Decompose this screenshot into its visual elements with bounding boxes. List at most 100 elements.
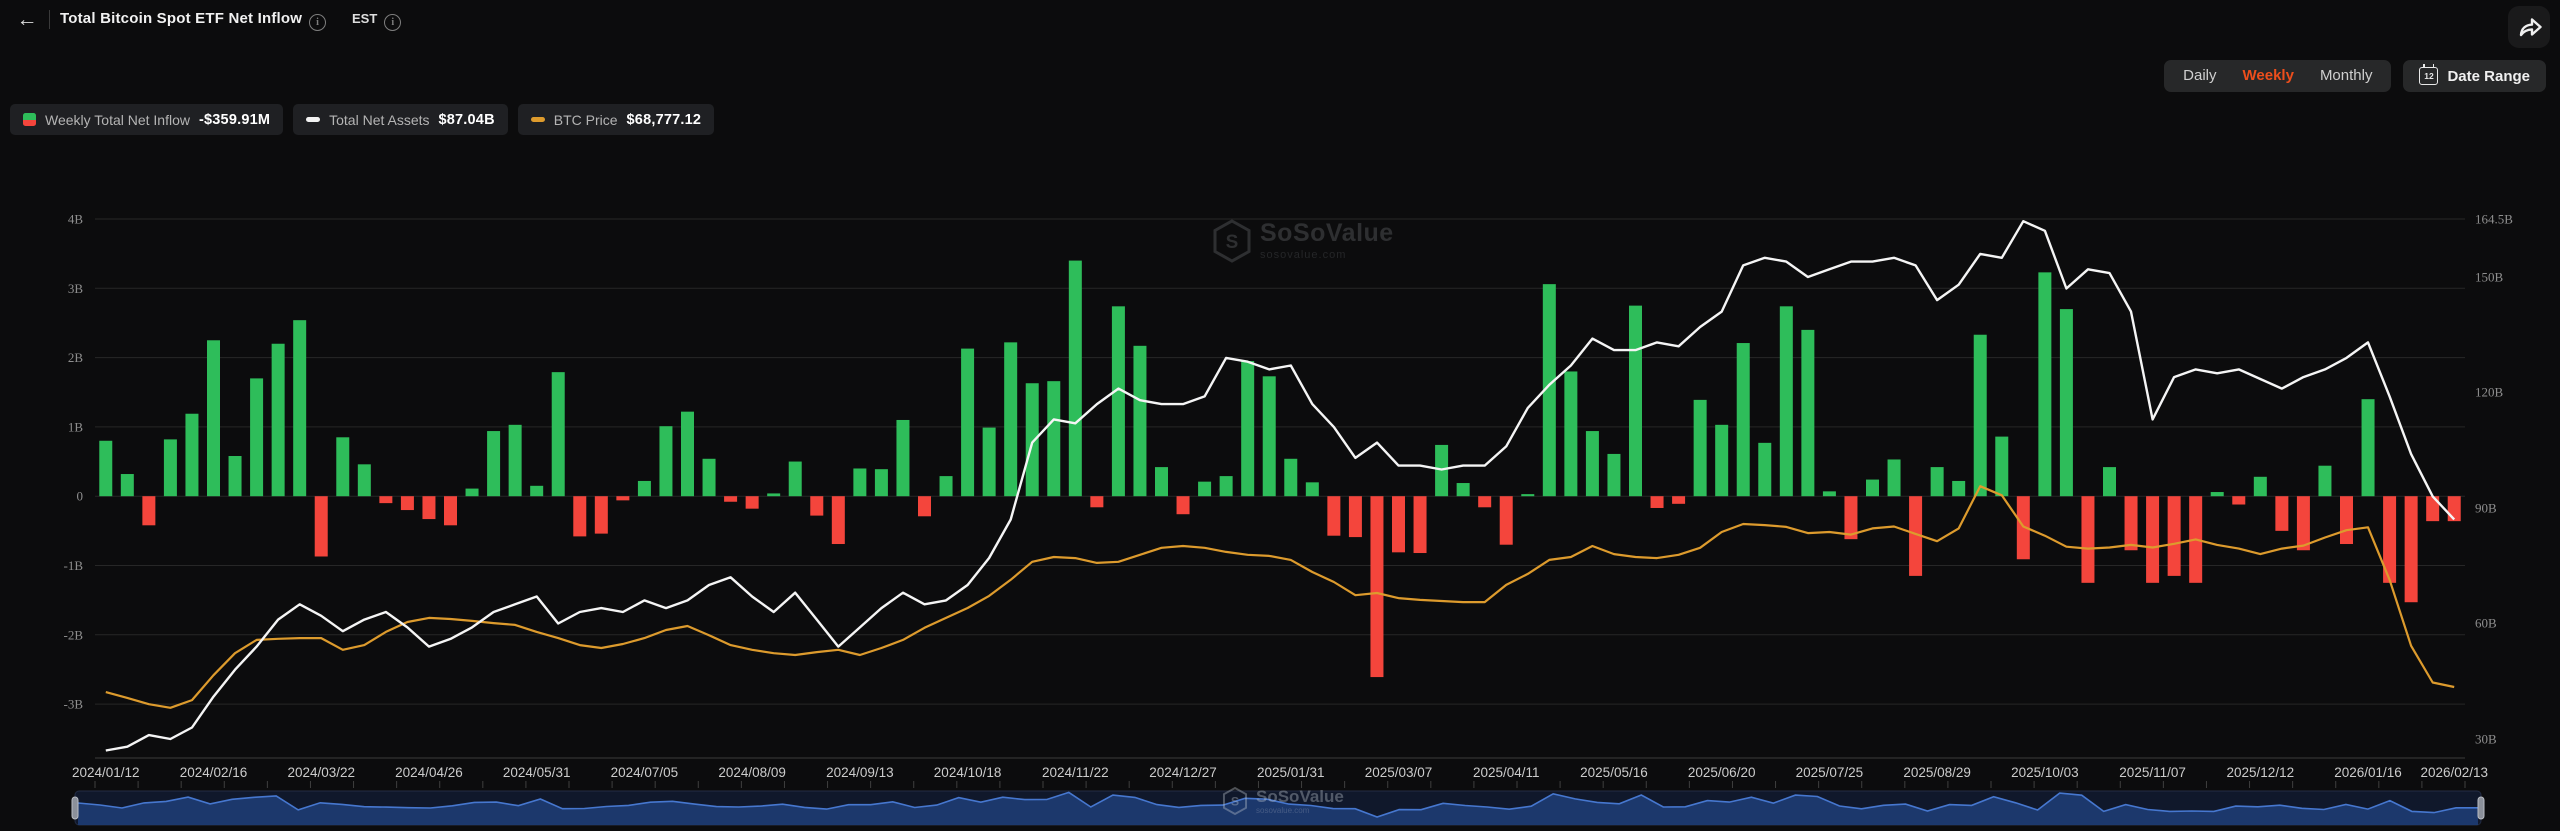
net-assets-line[interactable]: [106, 221, 2454, 750]
inflow-bar[interactable]: [422, 496, 435, 519]
inflow-bar[interactable]: [207, 340, 220, 496]
inflow-bar[interactable]: [1047, 381, 1060, 496]
inflow-bar[interactable]: [1133, 346, 1146, 496]
inflow-bar[interactable]: [724, 496, 737, 502]
inflow-bar[interactable]: [1823, 491, 1836, 496]
date-range-button[interactable]: 12 Date Range: [2403, 60, 2546, 92]
inflow-bar[interactable]: [1974, 335, 1987, 496]
inflow-bar[interactable]: [1414, 496, 1427, 553]
inflow-bar[interactable]: [810, 496, 823, 515]
inflow-bar[interactable]: [2275, 496, 2288, 531]
inflow-bar[interactable]: [99, 441, 112, 496]
inflow-bar[interactable]: [1327, 496, 1340, 536]
inflow-bar[interactable]: [983, 428, 996, 497]
inflow-bar[interactable]: [1651, 496, 1664, 508]
inflow-bar[interactable]: [2146, 496, 2159, 583]
inflow-bar[interactable]: [2297, 496, 2310, 550]
inflow-bar[interactable]: [832, 496, 845, 544]
inflow-bar[interactable]: [746, 496, 759, 508]
inflow-bar[interactable]: [1607, 454, 1620, 496]
inflow-bar[interactable]: [1306, 482, 1319, 496]
inflow-bar[interactable]: [1952, 481, 1965, 496]
inflow-bar[interactable]: [2038, 272, 2051, 496]
inflow-bar[interactable]: [616, 496, 629, 500]
inflow-bar[interactable]: [1220, 476, 1233, 496]
inflow-bar[interactable]: [250, 378, 263, 496]
inflow-bar[interactable]: [1155, 467, 1168, 496]
inflow-bar[interactable]: [552, 372, 565, 496]
inflow-bar[interactable]: [229, 456, 242, 496]
inflow-bar[interactable]: [1931, 467, 1944, 496]
inflow-bar[interactable]: [1177, 496, 1190, 514]
inflow-bar[interactable]: [1586, 431, 1599, 496]
timezone-info-icon[interactable]: i: [384, 14, 401, 31]
inflow-bar[interactable]: [1780, 306, 1793, 496]
inflow-bar[interactable]: [2405, 496, 2418, 602]
inflow-bar[interactable]: [2318, 466, 2331, 496]
inflow-bar[interactable]: [2362, 399, 2375, 496]
inflow-bar[interactable]: [1564, 371, 1577, 496]
share-button[interactable]: [2508, 6, 2550, 48]
inflow-bar[interactable]: [1715, 425, 1728, 496]
inflow-bar[interactable]: [1004, 342, 1017, 496]
inflow-bar[interactable]: [1090, 496, 1103, 507]
inflow-bar[interactable]: [875, 469, 888, 496]
inflow-bar[interactable]: [185, 414, 198, 496]
inflow-bar[interactable]: [1500, 496, 1513, 545]
inflow-bar[interactable]: [315, 496, 328, 556]
navigator-handle-right[interactable]: [2478, 797, 2484, 819]
inflow-bar[interactable]: [1995, 437, 2008, 497]
inflow-bar[interactable]: [2211, 492, 2224, 496]
inflow-bar[interactable]: [293, 320, 306, 496]
inflow-bar[interactable]: [1263, 376, 1276, 496]
inflow-bar[interactable]: [142, 496, 155, 525]
inflow-bar[interactable]: [358, 464, 371, 496]
inflow-bar[interactable]: [466, 489, 479, 497]
inflow-bar[interactable]: [1392, 496, 1405, 552]
tab-daily[interactable]: Daily: [2170, 60, 2229, 92]
inflow-bar[interactable]: [1694, 400, 1707, 496]
inflow-bar[interactable]: [444, 496, 457, 525]
inflow-bar[interactable]: [2103, 467, 2116, 496]
inflow-bar[interactable]: [703, 459, 716, 496]
inflow-bar[interactable]: [1801, 330, 1814, 496]
btc-price-line[interactable]: [106, 486, 2454, 708]
legend-item-btc-price[interactable]: BTC Price $68,777.12: [518, 104, 714, 135]
inflow-bar[interactable]: [767, 493, 780, 496]
inflow-bar[interactable]: [530, 486, 543, 496]
inflow-bar[interactable]: [896, 420, 909, 496]
inflow-bar[interactable]: [1349, 496, 1362, 537]
inflow-bar[interactable]: [1521, 494, 1534, 496]
inflow-bar[interactable]: [1758, 443, 1771, 496]
inflow-bar[interactable]: [659, 426, 672, 496]
inflow-bar[interactable]: [272, 344, 285, 496]
inflow-bar[interactable]: [121, 474, 134, 496]
inflow-bar[interactable]: [1198, 482, 1211, 497]
inflow-bar[interactable]: [2168, 496, 2181, 576]
inflow-bar[interactable]: [487, 431, 500, 496]
inflow-bar[interactable]: [164, 439, 177, 496]
inflow-bar[interactable]: [336, 437, 349, 496]
inflow-bar[interactable]: [2340, 496, 2353, 544]
inflow-bar[interactable]: [595, 496, 608, 533]
inflow-bar[interactable]: [379, 496, 392, 503]
inflow-bar[interactable]: [401, 496, 414, 510]
inflow-bar[interactable]: [1629, 306, 1642, 497]
tab-monthly[interactable]: Monthly: [2307, 60, 2386, 92]
inflow-bar[interactable]: [853, 468, 866, 496]
inflow-bar[interactable]: [1737, 343, 1750, 496]
inflow-bar[interactable]: [940, 476, 953, 496]
legend-item-net-assets[interactable]: Total Net Assets $87.04B: [293, 104, 508, 135]
inflow-bar[interactable]: [1457, 483, 1470, 496]
tab-weekly[interactable]: Weekly: [2230, 60, 2307, 92]
inflow-bar[interactable]: [1672, 496, 1685, 504]
inflow-bar[interactable]: [2060, 309, 2073, 496]
inflow-bar[interactable]: [1026, 383, 1039, 496]
legend-item-net-inflow[interactable]: Weekly Total Net Inflow -$359.91M: [10, 104, 283, 135]
inflow-bar[interactable]: [1284, 459, 1297, 496]
inflow-bar[interactable]: [1866, 480, 1879, 497]
inflow-bar[interactable]: [1069, 261, 1082, 497]
inflow-bar[interactable]: [2254, 477, 2267, 496]
inflow-bar[interactable]: [1241, 361, 1254, 496]
inflow-bar[interactable]: [2448, 496, 2461, 521]
